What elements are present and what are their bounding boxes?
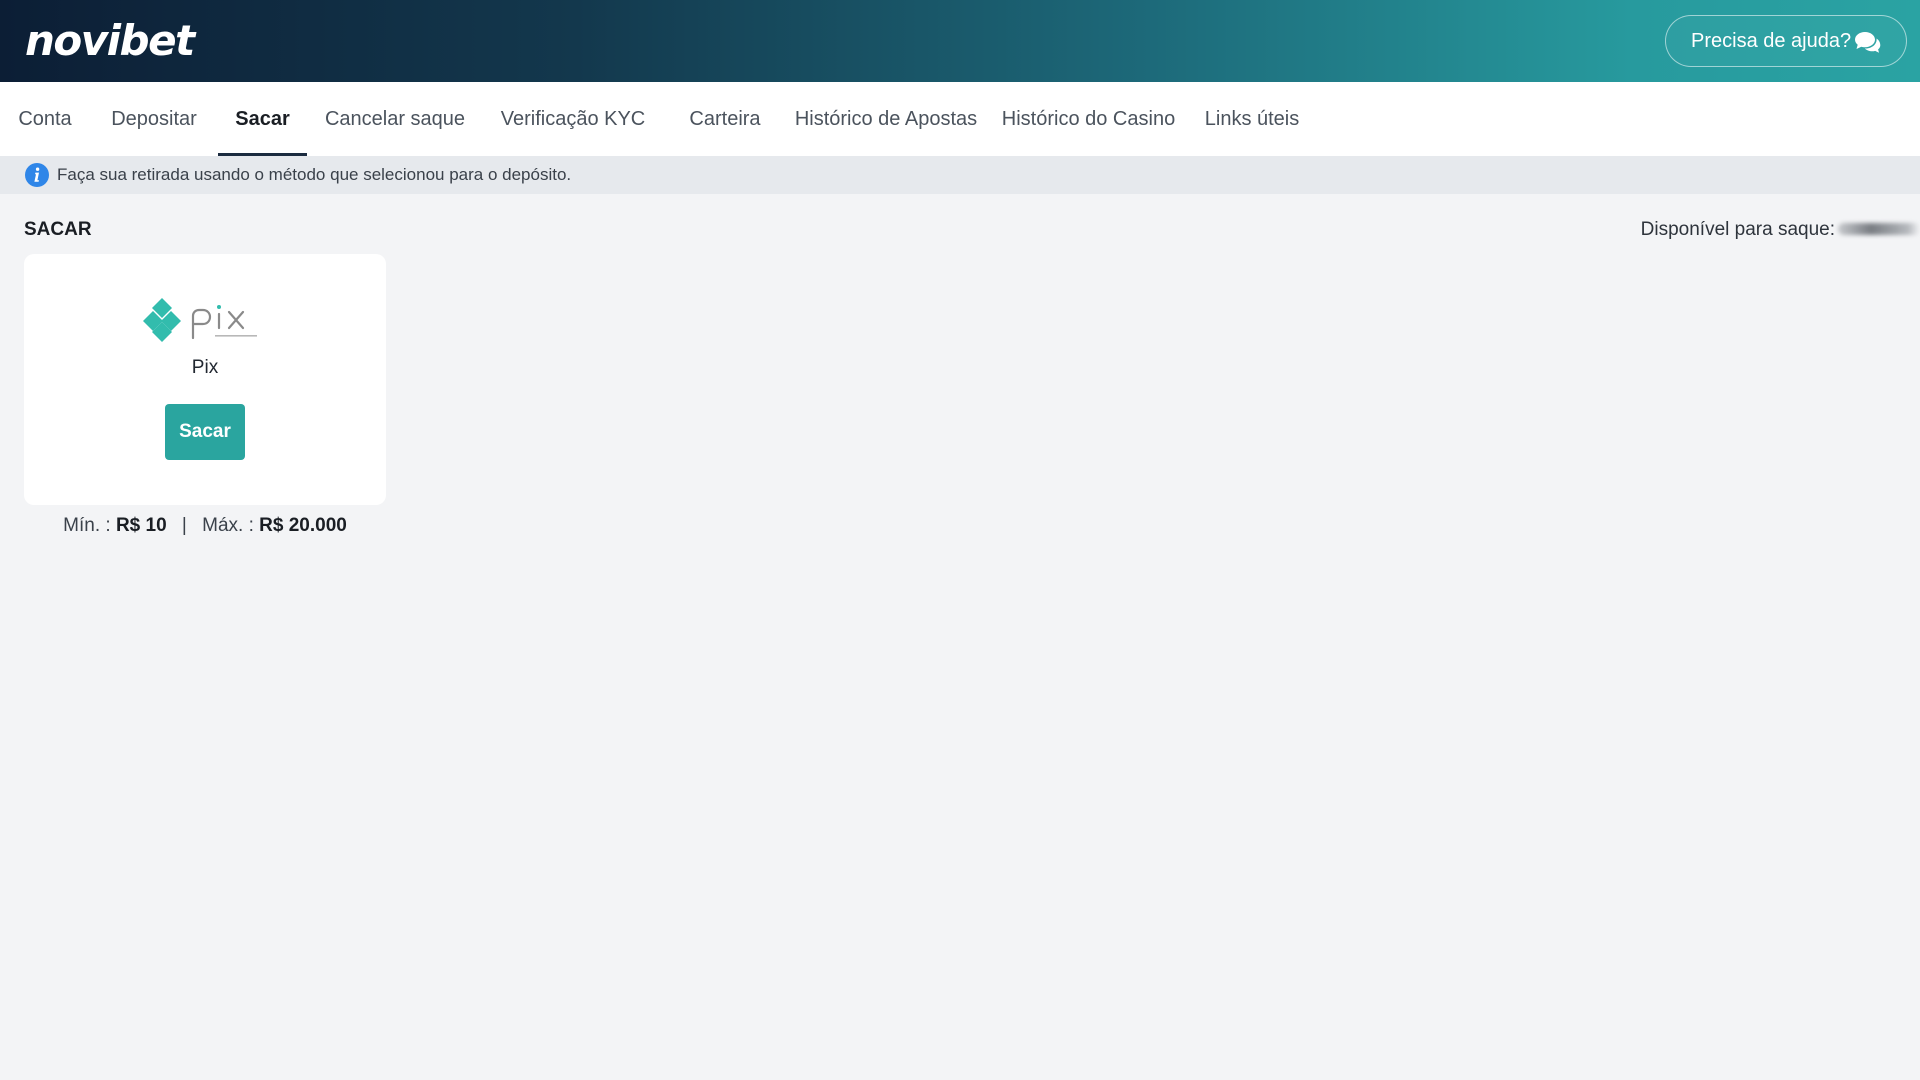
pix-method-card: Pix Sacar	[24, 254, 386, 505]
section-title: SACAR	[24, 219, 92, 240]
available-balance-value-redacted	[1838, 223, 1920, 235]
tab-conta[interactable]: Conta	[0, 82, 90, 156]
pix-logo-icon	[143, 298, 257, 342]
novibet-logo[interactable]: novibet	[25, 16, 195, 65]
info-banner: Faça sua retirada usando o método que se…	[0, 156, 1920, 194]
method-limits: Mín. : R$ 10 | Máx. : R$ 20.000	[24, 515, 386, 537]
account-tabs: Conta Depositar Sacar Cancelar saque Ver…	[0, 82, 1920, 156]
sacar-button[interactable]: Sacar	[165, 404, 245, 460]
tab-carteira[interactable]: Carteira	[670, 82, 780, 156]
tab-sacar[interactable]: Sacar	[218, 82, 307, 156]
max-label: Máx. :	[202, 515, 254, 536]
tab-depositar[interactable]: Depositar	[97, 82, 211, 156]
available-balance-label: Disponível para saque:	[1640, 219, 1835, 240]
min-label: Mín. :	[63, 515, 111, 536]
help-button-label: Precisa de ajuda?	[1691, 29, 1852, 52]
info-icon	[25, 163, 49, 187]
max-value: R$ 20.000	[259, 515, 347, 536]
top-header: novibet Precisa de ajuda?	[0, 0, 1920, 82]
min-value: R$ 10	[115, 515, 167, 536]
info-text: Faça sua retirada usando o método que se…	[57, 165, 572, 184]
method-name: Pix	[191, 357, 219, 378]
tab-verificacao-kyc[interactable]: Verificação KYC	[483, 82, 663, 156]
tab-historico-apostas[interactable]: Histórico de Apostas	[787, 82, 985, 156]
tab-cancelar-saque[interactable]: Cancelar saque	[314, 82, 476, 156]
limits-separator: |	[181, 515, 187, 536]
help-button[interactable]: Precisa de ajuda?	[1665, 15, 1907, 67]
chat-bubbles-icon	[1855, 32, 1881, 53]
tab-historico-casino[interactable]: Histórico do Casino	[992, 82, 1185, 156]
tab-links-uteis[interactable]: Links úteis	[1192, 82, 1312, 156]
